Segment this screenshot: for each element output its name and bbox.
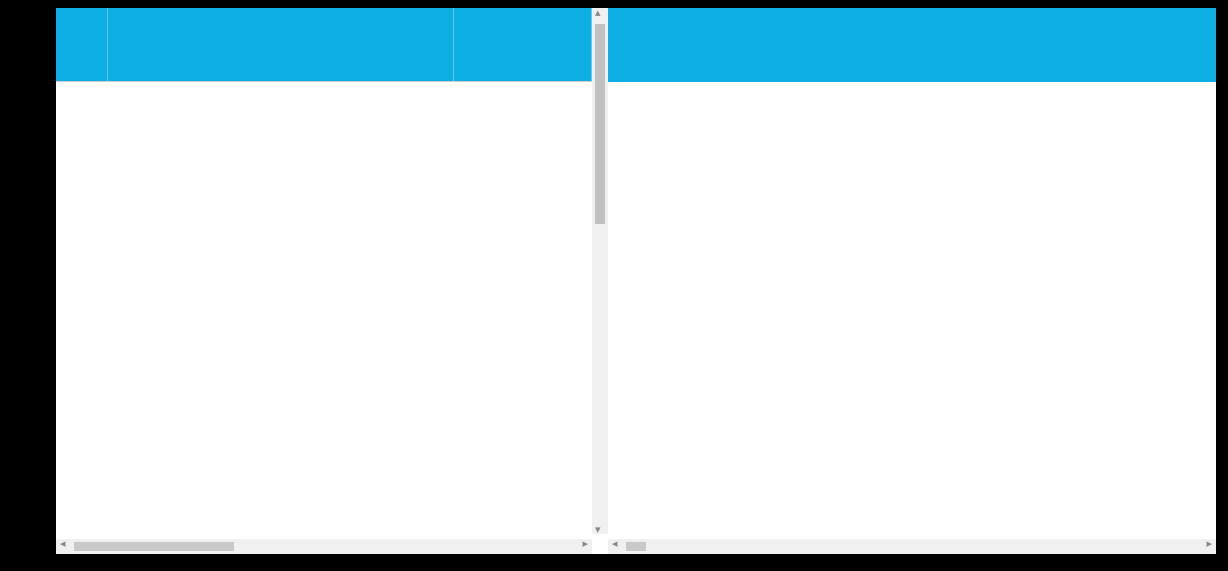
scrollbar-thumb[interactable] xyxy=(626,542,646,551)
chart-body[interactable] xyxy=(608,82,1216,534)
vertical-scrollbar[interactable] xyxy=(592,8,608,534)
gantt-app xyxy=(56,8,1216,554)
column-header-index[interactable] xyxy=(56,8,108,81)
column-header-task[interactable] xyxy=(108,8,454,81)
vertical-scrollbar-thumb[interactable] xyxy=(595,24,605,224)
grid-body xyxy=(56,82,592,534)
scrollbar-thumb[interactable] xyxy=(74,542,234,551)
chart-horizontal-scrollbar[interactable] xyxy=(608,539,1216,554)
grid-header xyxy=(56,8,592,82)
task-grid-pane xyxy=(56,8,592,554)
grid-horizontal-scrollbar[interactable] xyxy=(56,539,592,554)
chart-pane xyxy=(608,8,1216,534)
timeline-header xyxy=(608,8,1216,82)
column-header-start[interactable] xyxy=(454,8,592,81)
